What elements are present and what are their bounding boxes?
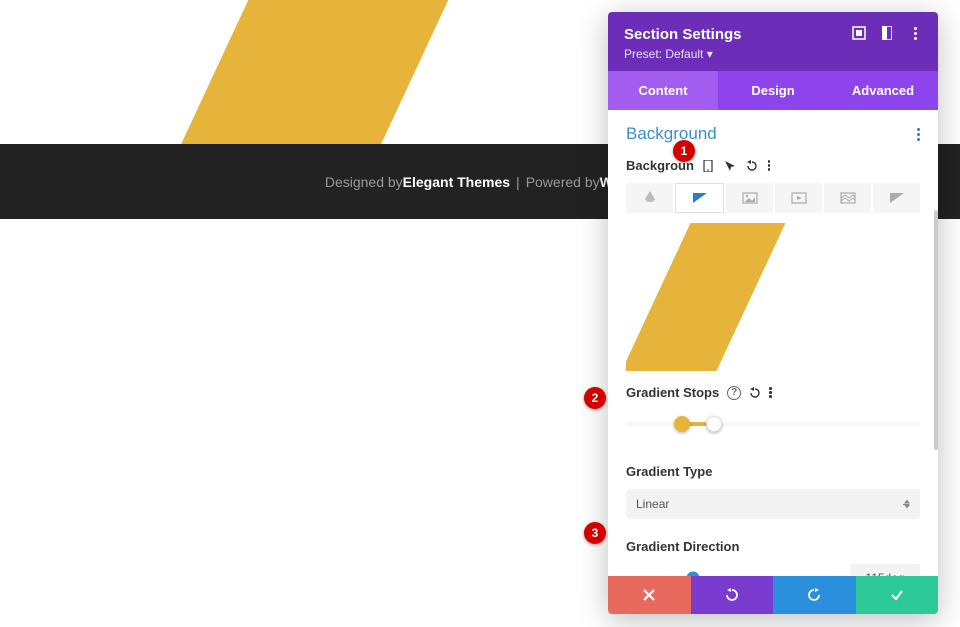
bg-tab-pattern[interactable] xyxy=(824,183,871,213)
annotation-3: 3 xyxy=(584,522,606,544)
gradient-stop-1[interactable] xyxy=(674,416,690,432)
stops-line xyxy=(626,423,920,426)
bg-tab-gradient[interactable] xyxy=(675,183,724,213)
tab-advanced[interactable]: Advanced xyxy=(828,71,938,110)
undo-button[interactable] xyxy=(691,576,774,614)
gradient-preview xyxy=(626,223,920,371)
settings-panel: Section Settings Preset: Default ▾ Conte… xyxy=(608,12,938,614)
background-type-tabs xyxy=(626,183,920,213)
background-section-title[interactable]: Background xyxy=(626,124,717,144)
bg-tab-video[interactable] xyxy=(775,183,822,213)
annotation-2: 2 xyxy=(584,387,606,409)
scrollbar[interactable] xyxy=(934,210,938,450)
preset-dropdown[interactable]: Preset: Default ▾ xyxy=(624,47,742,61)
gradient-direction-value[interactable]: 115deg xyxy=(850,564,920,576)
panel-footer xyxy=(608,576,938,614)
bg-tab-image[interactable] xyxy=(726,183,773,213)
hover-icon[interactable] xyxy=(724,160,736,172)
bg-tab-mask[interactable] xyxy=(873,183,920,213)
bg-tab-color[interactable] xyxy=(626,183,673,213)
gradient-stops-track[interactable] xyxy=(626,410,920,438)
gradient-stops-label: Gradient Stops xyxy=(626,385,719,400)
help-icon[interactable]: ? xyxy=(727,386,741,400)
gradient-type-value: Linear xyxy=(636,497,669,511)
save-button[interactable] xyxy=(856,576,939,614)
stops-more-icon[interactable] xyxy=(769,387,772,398)
expand-icon[interactable] xyxy=(852,26,866,40)
gradient-preview-shape xyxy=(626,223,786,371)
panel-tabs: Content Design Advanced xyxy=(608,71,938,110)
tab-design[interactable]: Design xyxy=(718,71,828,110)
panel-header: Section Settings Preset: Default ▾ xyxy=(608,12,938,71)
footer-powered-prefix: Powered by xyxy=(526,174,600,190)
footer-separator: | xyxy=(516,174,520,190)
discard-button[interactable] xyxy=(608,576,691,614)
stops-reset-icon[interactable] xyxy=(749,387,761,399)
tab-content[interactable]: Content xyxy=(608,71,718,110)
gradient-type-select[interactable]: Linear xyxy=(626,489,920,519)
section-more-icon[interactable] xyxy=(917,128,920,141)
slider-thumb[interactable] xyxy=(687,572,700,577)
panel-title: Section Settings xyxy=(624,26,742,43)
select-arrows-icon xyxy=(904,500,910,509)
gradient-type-label: Gradient Type xyxy=(626,464,920,479)
redo-button[interactable] xyxy=(773,576,856,614)
panel-body: Background Backgroun Gradient Stops xyxy=(608,110,938,576)
reset-icon[interactable] xyxy=(746,160,758,172)
snap-icon[interactable] xyxy=(880,26,894,40)
more-icon[interactable] xyxy=(908,26,922,40)
footer-designed-link[interactable]: Elegant Themes xyxy=(403,174,510,190)
tablet-icon[interactable] xyxy=(702,160,714,172)
field-more-icon[interactable] xyxy=(768,160,771,171)
annotation-1: 1 xyxy=(673,140,695,162)
gradient-stop-2[interactable] xyxy=(706,416,722,432)
footer-designed-prefix: Designed by xyxy=(325,174,403,190)
gradient-direction-label: Gradient Direction xyxy=(626,539,920,554)
